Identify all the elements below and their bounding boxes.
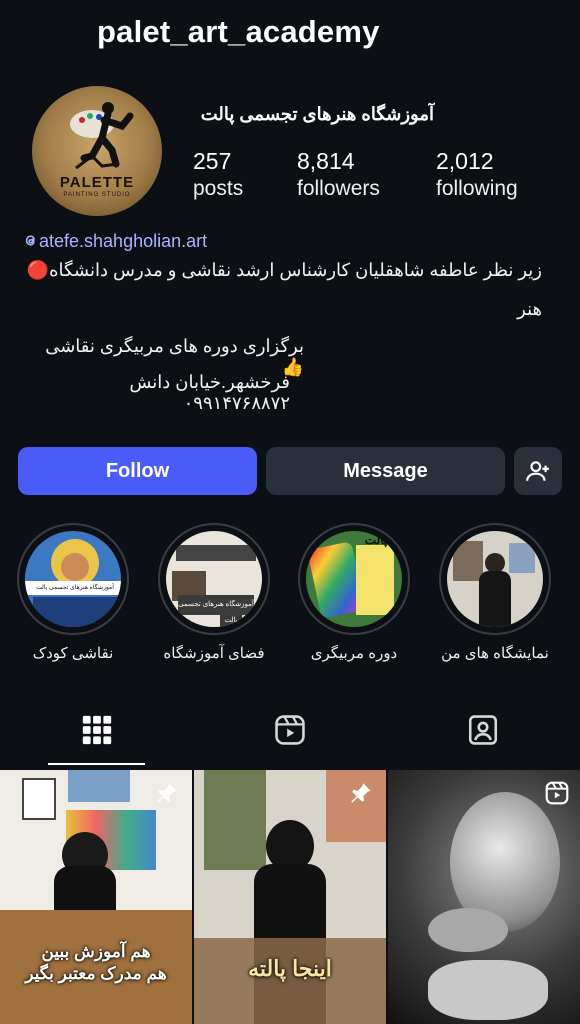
profile-link-text: atefe.shahgholian.art — [39, 231, 208, 251]
bio-line-2: هنر — [517, 299, 542, 319]
avatar-brand-subtext: PAINTING STUDIO — [63, 192, 131, 198]
highlight-coaching[interactable]: پالت — [298, 523, 410, 635]
reel-indicator-icon — [545, 781, 569, 805]
post-1-caption-line-1: هم آموزش ببین — [41, 942, 151, 961]
following-stat[interactable]: 2,012 following — [436, 148, 518, 201]
highlight-school-subsign: پالت — [220, 615, 242, 627]
post-1-caption-line-2: هم مدرک معتبر بگیر — [25, 964, 167, 983]
posts-count: 257 — [193, 148, 232, 174]
follow-button[interactable]: Follow — [18, 447, 257, 495]
posts-stat[interactable]: 257 posts — [193, 148, 243, 201]
profile-link[interactable]: atefe.shahgholian.art — [22, 231, 207, 252]
grid-icon — [82, 715, 112, 745]
bio-line-1: زیر نظر عاطفه شاهقلیان کارشناس ارشد نقاش… — [26, 260, 542, 280]
highlight-label-coaching: دوره مربیگری — [310, 645, 398, 662]
followers-stat[interactable]: 8,814 followers — [297, 148, 380, 201]
add-person-icon — [526, 461, 549, 481]
suggest-people-button[interactable] — [514, 447, 562, 495]
posts-label: posts — [193, 177, 244, 200]
avatar-brand-text: PALETTE — [59, 174, 135, 191]
following-count: 2,012 — [436, 148, 494, 174]
highlight-coaching-cover: پالت — [306, 531, 402, 627]
highlight-kids-painting[interactable]: آموزشگاه هنرهای تجسمی پالت — [17, 523, 129, 635]
followers-label: followers — [297, 177, 380, 200]
highlight-school-sign: آموزشگاه هنرهای تجسمی پالت — [178, 595, 254, 615]
highlight-kids-title: آموزشگاه هنرهای تجسمی پالت — [25, 581, 121, 595]
message-button[interactable]: Message — [266, 447, 505, 495]
following-label: following — [436, 177, 518, 200]
highlight-exhibitions[interactable] — [439, 523, 551, 635]
tagged-icon — [468, 715, 498, 745]
highlight-label-kids-painting: نقاشی کودک — [32, 645, 114, 662]
post-tile-3[interactable] — [388, 770, 580, 1024]
pin-icon — [157, 783, 177, 803]
reels-icon — [275, 715, 305, 745]
profile-username: palet_art_academy — [97, 14, 380, 49]
highlight-label-school-space: فضای آموزشگاه — [163, 645, 265, 662]
post-tile-2[interactable]: اینجا پالته — [194, 770, 386, 1024]
post-tile-1[interactable]: هم آموزش ببین هم مدرک معتبر بگیر — [0, 770, 192, 1024]
highlight-coaching-title: پالت — [364, 533, 388, 547]
highlight-school-space-cover: آموزشگاه هنرهای تجسمی پالت پالت — [166, 531, 262, 627]
highlight-exhibitions-cover — [447, 531, 543, 627]
highlight-label-exhibitions: نمایشگاه های من — [441, 645, 549, 662]
profile-full-name: آموزشگاه هنرهای تجسمی پالت — [200, 104, 434, 124]
bio-line-4: فرخشهر.خیابان دانش ۰۹۹۱۴۷۶۸۸۷۲ — [129, 372, 290, 413]
active-tab-indicator — [48, 763, 145, 765]
pin-icon — [351, 783, 371, 803]
profile-avatar[interactable]: PALETTE PAINTING STUDIO — [32, 86, 162, 216]
tab-tagged[interactable] — [466, 713, 500, 747]
threads-icon — [25, 235, 35, 246]
tab-posts-grid[interactable] — [80, 713, 114, 747]
highlight-kids-painting-cover: آموزشگاه هنرهای تجسمی پالت — [25, 531, 121, 627]
highlight-school-space[interactable]: آموزشگاه هنرهای تجسمی پالت پالت — [158, 523, 270, 635]
post-2-caption: اینجا پالته — [248, 956, 332, 981]
followers-count: 8,814 — [297, 148, 355, 174]
tab-reels[interactable] — [273, 713, 307, 747]
